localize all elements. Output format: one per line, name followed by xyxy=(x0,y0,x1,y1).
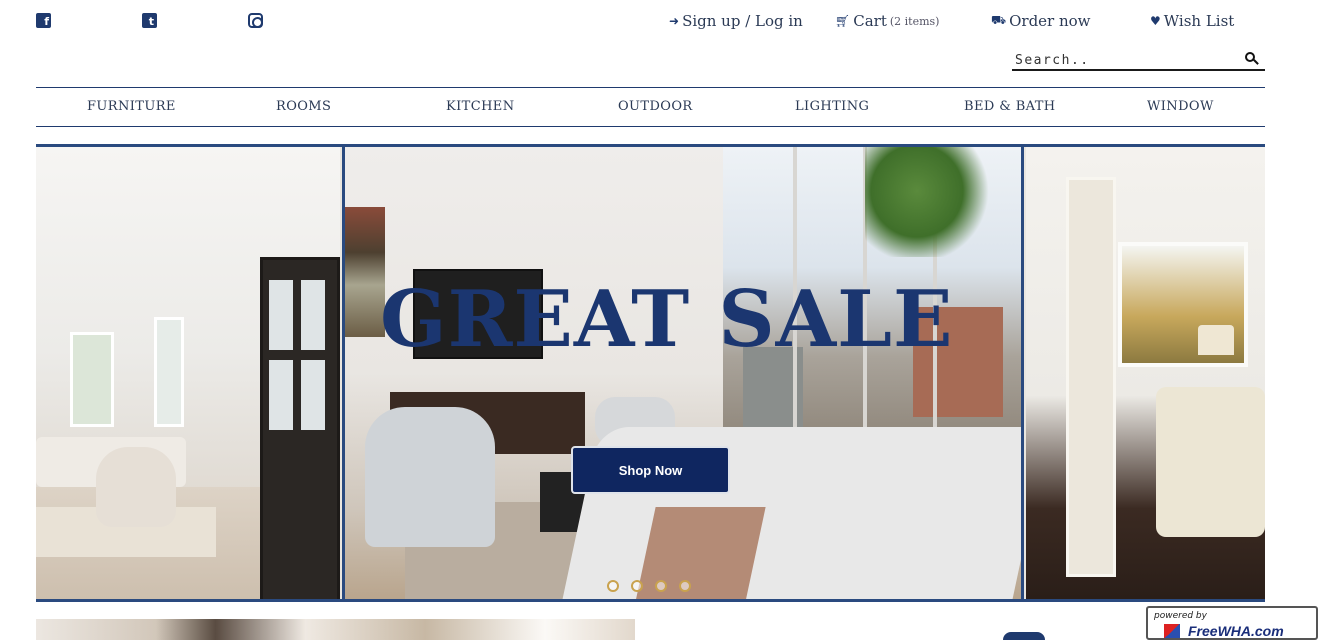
search-icon[interactable] xyxy=(1245,52,1255,62)
cart-label: Cart xyxy=(853,12,887,30)
twitter-icon[interactable]: t xyxy=(142,13,157,28)
wish-list-link[interactable]: ♥ Wish List xyxy=(1150,12,1234,30)
nav-item-kitchen[interactable]: KITCHEN xyxy=(446,99,514,114)
sign-in-icon: ➜ xyxy=(669,14,680,28)
powered-by-label: powered by xyxy=(1154,611,1207,621)
order-now-link[interactable]: ⛟ Order now xyxy=(991,12,1091,30)
search-bar xyxy=(1012,49,1265,71)
hero-image-left xyxy=(36,147,340,599)
cart-count: (2 items) xyxy=(889,14,940,28)
heart-icon: ♥ xyxy=(1150,14,1161,28)
wish-list-label: Wish List xyxy=(1163,12,1235,30)
powered-by-badge[interactable]: powered by FreeWHA.com xyxy=(1146,606,1318,640)
carousel-dot-3[interactable] xyxy=(655,580,667,592)
shop-now-button[interactable]: Shop Now xyxy=(571,446,730,494)
main-nav: FURNITURE ROOMS KITCHEN OUTDOOR LIGHTING… xyxy=(36,87,1265,127)
nav-item-bed-bath[interactable]: BED & BATH xyxy=(964,99,1056,114)
facebook-icon[interactable]: f xyxy=(36,13,51,28)
cart-icon: 🛒︎ xyxy=(835,14,851,28)
hero-image-center xyxy=(342,147,1024,599)
nav-item-furniture[interactable]: FURNITURE xyxy=(87,99,176,114)
cart-link[interactable]: 🛒︎ Cart (2 items) xyxy=(835,12,939,30)
carousel-dot-2[interactable] xyxy=(631,580,643,592)
hero-carousel xyxy=(36,144,1265,602)
carousel-indicators xyxy=(607,580,691,592)
nav-item-outdoor[interactable]: OUTDOOR xyxy=(618,99,693,114)
instagram-icon[interactable] xyxy=(248,13,263,28)
search-input[interactable] xyxy=(1012,50,1232,71)
truck-icon: ⛟ xyxy=(991,13,1007,27)
featured-image-strip xyxy=(36,619,635,640)
carousel-dot-1[interactable] xyxy=(607,580,619,592)
nav-item-rooms[interactable]: ROOMS xyxy=(276,99,331,114)
freewha-brand: FreeWHA.com xyxy=(1188,623,1284,639)
nav-item-lighting[interactable]: LIGHTING xyxy=(795,99,869,114)
signup-login-label: Sign up / Log in xyxy=(682,12,803,30)
nav-item-window[interactable]: WINDOW xyxy=(1147,99,1214,114)
hero-image-right xyxy=(1026,147,1265,599)
order-now-label: Order now xyxy=(1009,12,1091,30)
freewha-logo-icon xyxy=(1164,624,1180,638)
signup-login-link[interactable]: ➜ Sign up / Log in xyxy=(669,12,803,30)
hero-headline: GREAT SALE xyxy=(380,274,954,365)
logo-partial xyxy=(1003,632,1045,640)
carousel-dot-4[interactable] xyxy=(679,580,691,592)
